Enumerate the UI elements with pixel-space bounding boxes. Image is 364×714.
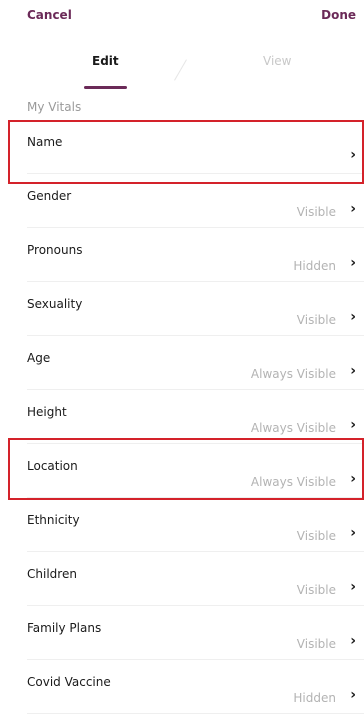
chevron-right-icon: › [350,471,356,487]
chevron-right-icon: › [350,201,356,217]
row-label: Height [27,405,67,419]
chevron-right-icon: › [350,363,356,379]
row-value: Always Visible [250,367,336,381]
row-value: Visible [296,529,336,543]
chevron-right-icon: › [350,309,356,325]
row-label: Name [27,135,63,149]
vital-row-pronouns[interactable]: Pronouns Hidden › [0,228,364,282]
chevron-right-icon: › [350,255,356,271]
vital-row-ethnicity[interactable]: Ethnicity Visible › [0,498,364,552]
top-nav-bar: Cancel Done [0,0,364,24]
row-label: Pronouns [27,243,83,257]
cancel-button[interactable]: Cancel [27,8,72,22]
row-label: Ethnicity [27,513,80,527]
row-value: Visible [296,583,336,597]
section-title: My Vitals [27,100,82,114]
tab-divider [174,59,187,81]
row-value: Visible [296,637,336,651]
vital-row-sexuality[interactable]: Sexuality Visible › [0,282,364,336]
vital-row-gender[interactable]: Gender Visible › [0,174,364,228]
done-button[interactable]: Done [321,8,356,22]
row-value: Hidden [293,259,336,273]
vitals-list: Name › Gender Visible › Pronouns Hidden … [0,120,364,714]
row-label: Gender [27,189,72,203]
vital-row-height[interactable]: Height Always Visible › [0,390,364,444]
row-label: Children [27,567,77,581]
row-value: Visible [296,313,336,327]
vital-row-age[interactable]: Age Always Visible › [0,336,364,390]
row-label: Covid Vaccine [27,675,111,689]
edit-view-tabs: Edit View [0,40,364,92]
vital-row-family-plans[interactable]: Family Plans Visible › [0,606,364,660]
row-value: Always Visible [250,421,336,435]
vital-row-location[interactable]: Location Always Visible › [0,444,364,498]
vital-row-children[interactable]: Children Visible › [0,552,364,606]
active-tab-indicator [84,86,127,89]
chevron-right-icon: › [350,633,356,649]
chevron-right-icon: › [350,579,356,595]
tab-view[interactable]: View [263,54,291,68]
chevron-right-icon: › [350,417,356,433]
chevron-right-icon: › [350,147,356,163]
row-label: Location [27,459,78,473]
row-label: Family Plans [27,621,102,635]
row-value: Hidden [293,691,336,705]
row-value: Always Visible [250,475,336,489]
row-value: Visible [296,205,336,219]
row-label: Age [27,351,51,365]
tab-edit[interactable]: Edit [92,54,119,68]
vital-row-name[interactable]: Name › [0,120,364,174]
chevron-right-icon: › [350,687,356,703]
row-label: Sexuality [27,297,83,311]
chevron-right-icon: › [350,525,356,541]
